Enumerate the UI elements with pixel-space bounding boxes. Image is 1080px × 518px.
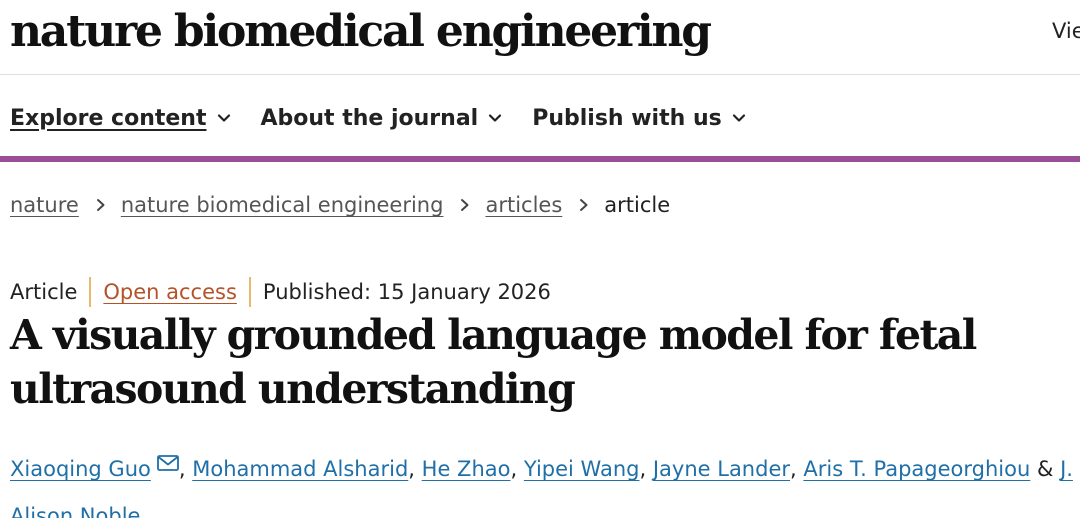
article-title: A visually grounded language model for f… (10, 311, 977, 413)
nav-label: About the journal (260, 105, 479, 131)
author-link[interactable]: Jayne Lander (653, 457, 790, 481)
mail-icon[interactable] (156, 455, 179, 471)
author-link[interactable]: He Zhao (422, 457, 511, 481)
view-journal-link[interactable]: Vie (1052, 19, 1080, 43)
breadcrumb-link-articles[interactable]: articles (485, 193, 562, 217)
nav-label: Publish with us (532, 105, 722, 131)
nav-accent-bar (0, 156, 1080, 162)
published-date: Published: 15 January 2026 (262, 280, 551, 304)
header-divider (0, 74, 1080, 75)
breadcrumb: nature nature biomedical engineering art… (10, 193, 670, 217)
author-link[interactable]: Xiaoqing Guo (10, 457, 151, 481)
nav-explore-content[interactable]: Explore content (10, 106, 231, 131)
open-access-link[interactable]: Open access (103, 280, 237, 304)
meta-divider (89, 277, 92, 307)
author-separator: , (639, 457, 647, 481)
nav-label: Explore content (10, 105, 207, 131)
breadcrumb-current: article (604, 193, 671, 217)
masthead: nature biomedical engineering (10, 2, 712, 62)
breadcrumb-link-journal[interactable]: nature biomedical engineering (121, 193, 444, 217)
page: nature biomedical engineering Vie Explor… (0, 0, 1080, 518)
chevron-right-icon (461, 199, 469, 211)
journal-logo[interactable]: nature biomedical engineering (10, 2, 712, 62)
chevron-down-icon (217, 114, 230, 122)
article-type: Article (10, 280, 78, 304)
nav-about-journal[interactable]: About the journal (261, 106, 503, 131)
author-separator: , (510, 457, 518, 481)
breadcrumb-link-nature[interactable]: nature (10, 193, 79, 217)
chevron-down-icon (489, 114, 502, 122)
author-link[interactable]: Yipei Wang (524, 457, 640, 481)
chevron-right-icon (580, 199, 588, 211)
chevron-down-icon (732, 114, 745, 122)
chevron-right-icon (96, 199, 105, 211)
author-link[interactable]: Aris T. Papageorghiou (803, 457, 1030, 481)
author-joiner: & (1036, 457, 1054, 481)
author-separator: , (408, 457, 415, 481)
author-list: Xiaoqing Guo, Mohammad Alsharid, He Zhao… (10, 446, 1076, 518)
article-meta: Article Open access Published: 15 Januar… (10, 277, 551, 307)
author-link[interactable]: Mohammad Alsharid (192, 457, 408, 481)
nav-publish-with-us[interactable]: Publish with us (532, 106, 746, 131)
author-separator: , (178, 457, 186, 481)
meta-divider (248, 277, 251, 307)
main-nav: Explore content About the journal Publis… (10, 100, 776, 136)
author-separator: , (790, 457, 797, 481)
